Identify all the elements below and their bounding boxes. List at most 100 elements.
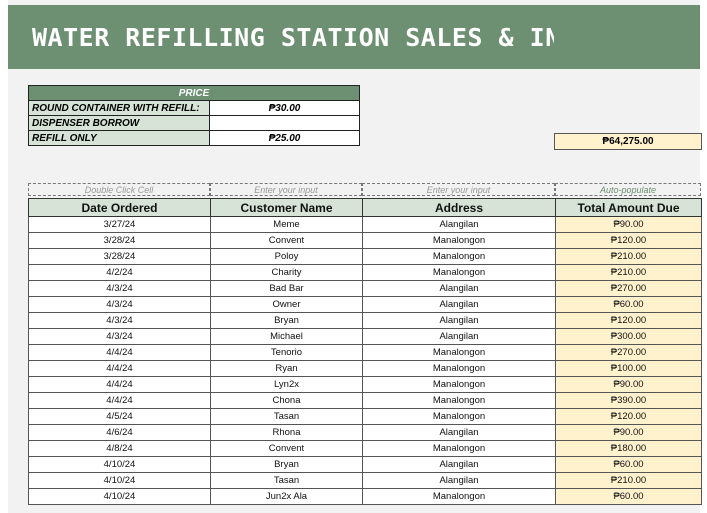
customer-cell[interactable]: Lyn2x <box>210 376 363 393</box>
table-row: 4/4/24 Ryan Manalongon ₱100.00 <box>28 360 702 377</box>
amount-cell[interactable]: ₱90.00 <box>555 424 702 441</box>
amount-cell[interactable]: ₱120.00 <box>555 408 702 425</box>
customer-cell[interactable]: Chona <box>210 392 363 409</box>
price-row: ROUND CONTAINER WITH REFILL: ₱30.00 <box>28 100 360 116</box>
hint-total[interactable]: Auto-populate <box>555 183 701 196</box>
column-header-customer[interactable]: Customer Name <box>210 198 363 217</box>
amount-cell[interactable]: ₱120.00 <box>555 232 702 249</box>
price-value-cell[interactable]: ₱30.00 <box>209 100 360 116</box>
table-row: 3/27/24 Meme Alangilan ₱90.00 <box>28 216 702 233</box>
address-cell[interactable]: Manalongon <box>362 376 556 393</box>
amount-cell[interactable]: ₱270.00 <box>555 280 702 297</box>
address-cell[interactable]: Manalongon <box>362 264 556 281</box>
grand-total-cell[interactable]: ₱64,275.00 <box>554 133 702 150</box>
table-row: 4/8/24 Convent Manalongon ₱180.00 <box>28 440 702 457</box>
date-cell[interactable]: 4/4/24 <box>28 360 211 377</box>
customer-cell[interactable]: Jun2x Ala <box>210 488 363 505</box>
date-cell[interactable]: 4/2/24 <box>28 264 211 281</box>
address-cell[interactable]: Manalongon <box>362 360 556 377</box>
hint-address[interactable]: Enter your input <box>362 183 555 196</box>
amount-cell[interactable]: ₱60.00 <box>555 488 702 505</box>
hint-date[interactable]: Double Click Cell <box>28 183 210 196</box>
customer-cell[interactable]: Bryan <box>210 312 363 329</box>
date-cell[interactable]: 3/28/24 <box>28 248 211 265</box>
date-cell[interactable]: 4/10/24 <box>28 488 211 505</box>
table-row: 4/3/24 Michael Alangilan ₱300.00 <box>28 328 702 345</box>
amount-cell[interactable]: ₱180.00 <box>555 440 702 457</box>
amount-cell[interactable]: ₱210.00 <box>555 472 702 489</box>
address-cell[interactable]: Manalongon <box>362 440 556 457</box>
customer-cell[interactable]: Meme <box>210 216 363 233</box>
amount-cell[interactable]: ₱100.00 <box>555 360 702 377</box>
column-header-address[interactable]: Address <box>362 198 556 217</box>
table-row: 4/3/24 Owner Alangilan ₱60.00 <box>28 296 702 313</box>
table-row: 4/5/24 Tasan Manalongon ₱120.00 <box>28 408 702 425</box>
customer-cell[interactable]: Bad Bar <box>210 280 363 297</box>
price-header[interactable]: PRICE <box>28 85 360 101</box>
customer-cell[interactable]: Convent <box>210 440 363 457</box>
date-cell[interactable]: 4/10/24 <box>28 456 211 473</box>
amount-cell[interactable]: ₱270.00 <box>555 344 702 361</box>
customer-cell[interactable]: Tasan <box>210 408 363 425</box>
customer-cell[interactable]: Tasan <box>210 472 363 489</box>
amount-cell[interactable]: ₱60.00 <box>555 456 702 473</box>
customer-cell[interactable]: Convent <box>210 232 363 249</box>
address-cell[interactable]: Alangilan <box>362 296 556 313</box>
date-cell[interactable]: 4/4/24 <box>28 376 211 393</box>
price-value-cell[interactable]: ₱25.00 <box>209 130 360 146</box>
price-label-cell[interactable]: REFILL ONLY <box>28 130 210 146</box>
date-cell[interactable]: 3/27/24 <box>28 216 211 233</box>
price-label-cell[interactable]: ROUND CONTAINER WITH REFILL: <box>28 100 210 116</box>
address-cell[interactable]: Manalongon <box>362 392 556 409</box>
amount-cell[interactable]: ₱90.00 <box>555 216 702 233</box>
customer-cell[interactable]: Bryan <box>210 456 363 473</box>
hint-customer[interactable]: Enter your input <box>210 183 362 196</box>
customer-cell[interactable]: Michael <box>210 328 363 345</box>
column-header-total[interactable]: Total Amount Due <box>555 198 702 217</box>
date-cell[interactable]: 4/3/24 <box>28 328 211 345</box>
date-cell[interactable]: 4/4/24 <box>28 392 211 409</box>
address-cell[interactable]: Manalongon <box>362 232 556 249</box>
amount-cell[interactable]: ₱390.00 <box>555 392 702 409</box>
customer-cell[interactable]: Rhona <box>210 424 363 441</box>
address-cell[interactable]: Alangilan <box>362 280 556 297</box>
date-cell[interactable]: 4/6/24 <box>28 424 211 441</box>
address-cell[interactable]: Manalongon <box>362 344 556 361</box>
table-row: 4/4/24 Lyn2x Manalongon ₱90.00 <box>28 376 702 393</box>
sheet-title[interactable]: WATER REFILLING STATION SALES & INVE <box>32 23 554 52</box>
address-cell[interactable]: Manalongon <box>362 248 556 265</box>
date-cell[interactable]: 4/3/24 <box>28 296 211 313</box>
address-cell[interactable]: Manalongon <box>362 488 556 505</box>
customer-cell[interactable]: Poloy <box>210 248 363 265</box>
date-cell[interactable]: 3/28/24 <box>28 232 211 249</box>
customer-cell[interactable]: Owner <box>210 296 363 313</box>
amount-cell[interactable]: ₱90.00 <box>555 376 702 393</box>
address-cell[interactable]: Manalongon <box>362 408 556 425</box>
amount-cell[interactable]: ₱120.00 <box>555 312 702 329</box>
table-row: 4/4/24 Chona Manalongon ₱390.00 <box>28 392 702 409</box>
customer-cell[interactable]: Charity <box>210 264 363 281</box>
date-cell[interactable]: 4/10/24 <box>28 472 211 489</box>
address-cell[interactable]: Alangilan <box>362 472 556 489</box>
address-cell[interactable]: Alangilan <box>362 456 556 473</box>
table-row: 4/2/24 Charity Manalongon ₱210.00 <box>28 264 702 281</box>
address-cell[interactable]: Alangilan <box>362 328 556 345</box>
amount-cell[interactable]: ₱300.00 <box>555 328 702 345</box>
date-cell[interactable]: 4/3/24 <box>28 312 211 329</box>
price-value-cell[interactable] <box>209 115 360 131</box>
price-label-cell[interactable]: DISPENSER BORROW <box>28 115 210 131</box>
amount-cell[interactable]: ₱210.00 <box>555 264 702 281</box>
customer-cell[interactable]: Ryan <box>210 360 363 377</box>
amount-cell[interactable]: ₱210.00 <box>555 248 702 265</box>
address-cell[interactable]: Alangilan <box>362 216 556 233</box>
date-cell[interactable]: 4/4/24 <box>28 344 211 361</box>
column-header-date[interactable]: Date Ordered <box>28 198 211 217</box>
date-cell[interactable]: 4/3/24 <box>28 280 211 297</box>
customer-cell[interactable]: Tenorio <box>210 344 363 361</box>
price-row: REFILL ONLY ₱25.00 <box>28 130 360 146</box>
date-cell[interactable]: 4/8/24 <box>28 440 211 457</box>
amount-cell[interactable]: ₱60.00 <box>555 296 702 313</box>
date-cell[interactable]: 4/5/24 <box>28 408 211 425</box>
address-cell[interactable]: Alangilan <box>362 424 556 441</box>
address-cell[interactable]: Alangilan <box>362 312 556 329</box>
